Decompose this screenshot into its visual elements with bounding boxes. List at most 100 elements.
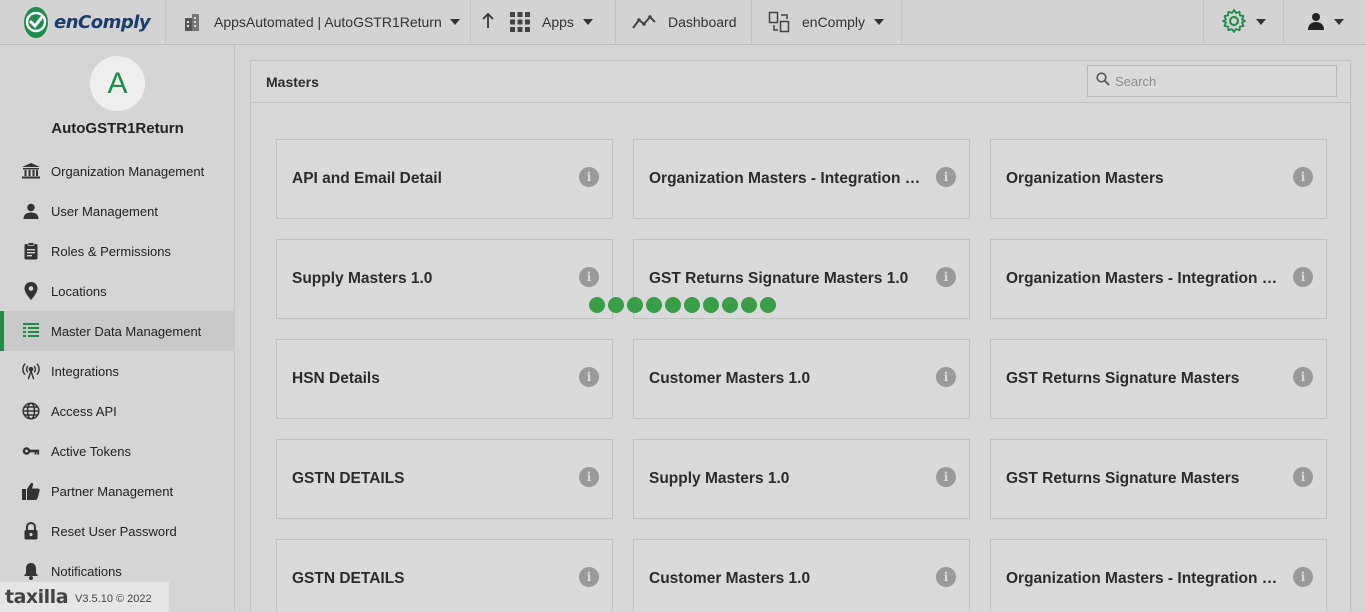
sidebar-item-label: Master Data Management: [51, 323, 202, 339]
sidebar-item-master-data-management[interactable]: Master Data Management: [0, 311, 235, 351]
table-icon: [22, 322, 40, 340]
search-box[interactable]: [1087, 65, 1337, 97]
sidebar-item-label: Notifications: [51, 563, 122, 579]
settings-menu-button[interactable]: [1204, 0, 1284, 44]
info-icon[interactable]: i: [1293, 267, 1313, 287]
master-card[interactable]: GSTN DETAILS i: [276, 539, 613, 612]
thumbs-up-icon: [22, 482, 40, 500]
sidebar-item-reset-user-password[interactable]: Reset User Password: [0, 511, 235, 551]
chevron-down-icon: [874, 19, 885, 25]
info-icon[interactable]: i: [936, 267, 956, 287]
masters-panel: Masters API and Email Detail i Organizati…: [250, 60, 1351, 612]
info-icon[interactable]: i: [579, 167, 599, 187]
info-icon[interactable]: i: [936, 167, 956, 187]
info-icon[interactable]: i: [1293, 167, 1313, 187]
sidebar-item-label: Access API: [51, 403, 117, 419]
master-card-title: GSTN DETAILS: [292, 570, 405, 587]
sidebar-item-organization-management[interactable]: Organization Management: [0, 151, 235, 191]
master-card-title: GSTN DETAILS: [292, 470, 405, 487]
loading-dot: [703, 297, 719, 313]
master-card-title: GST Returns Signature Masters: [1006, 370, 1240, 387]
app-version: V3.5.10 © 2022: [75, 592, 152, 605]
topbar-spacer: [902, 0, 1204, 44]
master-card-title: Customer Masters 1.0: [649, 570, 811, 587]
lock-icon: [22, 522, 40, 540]
sidebar-item-locations[interactable]: Locations: [0, 271, 235, 311]
gear-icon: [1221, 8, 1247, 37]
sidebar-item-partner-management[interactable]: Partner Management: [0, 471, 235, 511]
person-icon: [22, 202, 40, 220]
info-icon[interactable]: i: [936, 467, 956, 487]
info-icon[interactable]: i: [1293, 567, 1313, 587]
chevron-down-icon: [449, 19, 460, 25]
master-card[interactable]: Organization Masters - Integration Maste…: [990, 239, 1327, 319]
info-icon[interactable]: i: [579, 367, 599, 387]
master-card-title: Customer Masters 1.0: [649, 370, 811, 387]
loading-indicator: [589, 297, 776, 313]
master-card-title: GST Returns Signature Masters: [1006, 470, 1240, 487]
master-card-title: Organization Masters - Integration Maste…: [649, 170, 932, 187]
info-icon[interactable]: i: [936, 567, 956, 587]
building-icon: [182, 12, 202, 32]
location-pin-icon: [22, 282, 40, 300]
switch-parent-button[interactable]: [471, 0, 497, 44]
product-switcher-label: enComply: [802, 14, 866, 30]
user-menu-button[interactable]: [1284, 0, 1366, 44]
org-avatar[interactable]: A: [90, 56, 145, 111]
sidebar-item-access-api[interactable]: Access API: [0, 391, 235, 431]
loading-dot: [608, 297, 624, 313]
trend-line-icon: [632, 14, 656, 30]
apps-menu-button[interactable]: Apps: [497, 0, 616, 44]
switch-product-icon: [768, 11, 790, 33]
chevron-down-icon: [582, 19, 593, 25]
info-icon[interactable]: i: [936, 367, 956, 387]
info-icon[interactable]: i: [1293, 367, 1313, 387]
sidebar-item-active-tokens[interactable]: Active Tokens: [0, 431, 235, 471]
loading-dot: [741, 297, 757, 313]
master-card[interactable]: Organization Masters - Integration Maste…: [633, 139, 970, 219]
bell-icon: [22, 562, 40, 580]
master-card-title: Organization Masters - Integration Maste…: [1006, 270, 1289, 287]
master-card[interactable]: Organization Masters i: [990, 139, 1327, 219]
info-icon[interactable]: i: [579, 567, 599, 587]
brand-logo[interactable]: enComply: [0, 0, 166, 44]
loading-dot: [722, 297, 738, 313]
master-card[interactable]: GST Returns Signature Masters i: [990, 339, 1327, 419]
page-title: Masters: [266, 73, 319, 90]
user-icon: [1307, 12, 1325, 33]
master-card[interactable]: Customer Masters 1.0 i: [633, 339, 970, 419]
brand-name: enComply: [54, 11, 151, 33]
arrow-up-icon: [481, 12, 495, 32]
master-card[interactable]: GST Returns Signature Masters i: [990, 439, 1327, 519]
master-card[interactable]: GSTN DETAILS i: [276, 439, 613, 519]
top-navbar: enComply AppsAutomated | AutoGSTR1Return…: [0, 0, 1366, 45]
taxilla-logo: taxilla: [5, 586, 69, 608]
info-icon[interactable]: i: [579, 467, 599, 487]
master-card[interactable]: Organization Masters - Integration Maste…: [990, 539, 1327, 612]
globe-icon: [22, 402, 40, 420]
loading-dot: [646, 297, 662, 313]
product-switcher[interactable]: enComply: [752, 0, 902, 44]
org-name: AutoGSTR1Return: [51, 120, 184, 137]
master-card-title: Organization Masters: [1006, 170, 1164, 187]
loading-dot: [684, 297, 700, 313]
organization-selector[interactable]: AppsAutomated | AutoGSTR1Return: [166, 0, 471, 44]
sidebar-item-label: Integrations: [51, 363, 119, 379]
master-card[interactable]: Supply Masters 1.0 i: [276, 239, 613, 319]
master-card-title: GST Returns Signature Masters 1.0: [649, 270, 909, 287]
sidebar-item-user-management[interactable]: User Management: [0, 191, 235, 231]
master-card[interactable]: HSN Details i: [276, 339, 613, 419]
info-icon[interactable]: i: [579, 267, 599, 287]
sidebar: A AutoGSTR1Return Organization Managemen…: [0, 45, 235, 612]
loading-dot: [665, 297, 681, 313]
dashboard-link[interactable]: Dashboard: [616, 0, 752, 44]
search-input[interactable]: [1115, 73, 1315, 89]
sidebar-item-integrations[interactable]: Integrations: [0, 351, 235, 391]
organization-selector-label: AppsAutomated | AutoGSTR1Return: [214, 14, 442, 30]
master-card[interactable]: Customer Masters 1.0 i: [633, 539, 970, 612]
sidebar-item-roles-permissions[interactable]: Roles & Permissions: [0, 231, 235, 271]
sidebar-item-label: Organization Management: [51, 163, 205, 179]
info-icon[interactable]: i: [1293, 467, 1313, 487]
master-card[interactable]: Supply Masters 1.0 i: [633, 439, 970, 519]
master-card[interactable]: API and Email Detail i: [276, 139, 613, 219]
